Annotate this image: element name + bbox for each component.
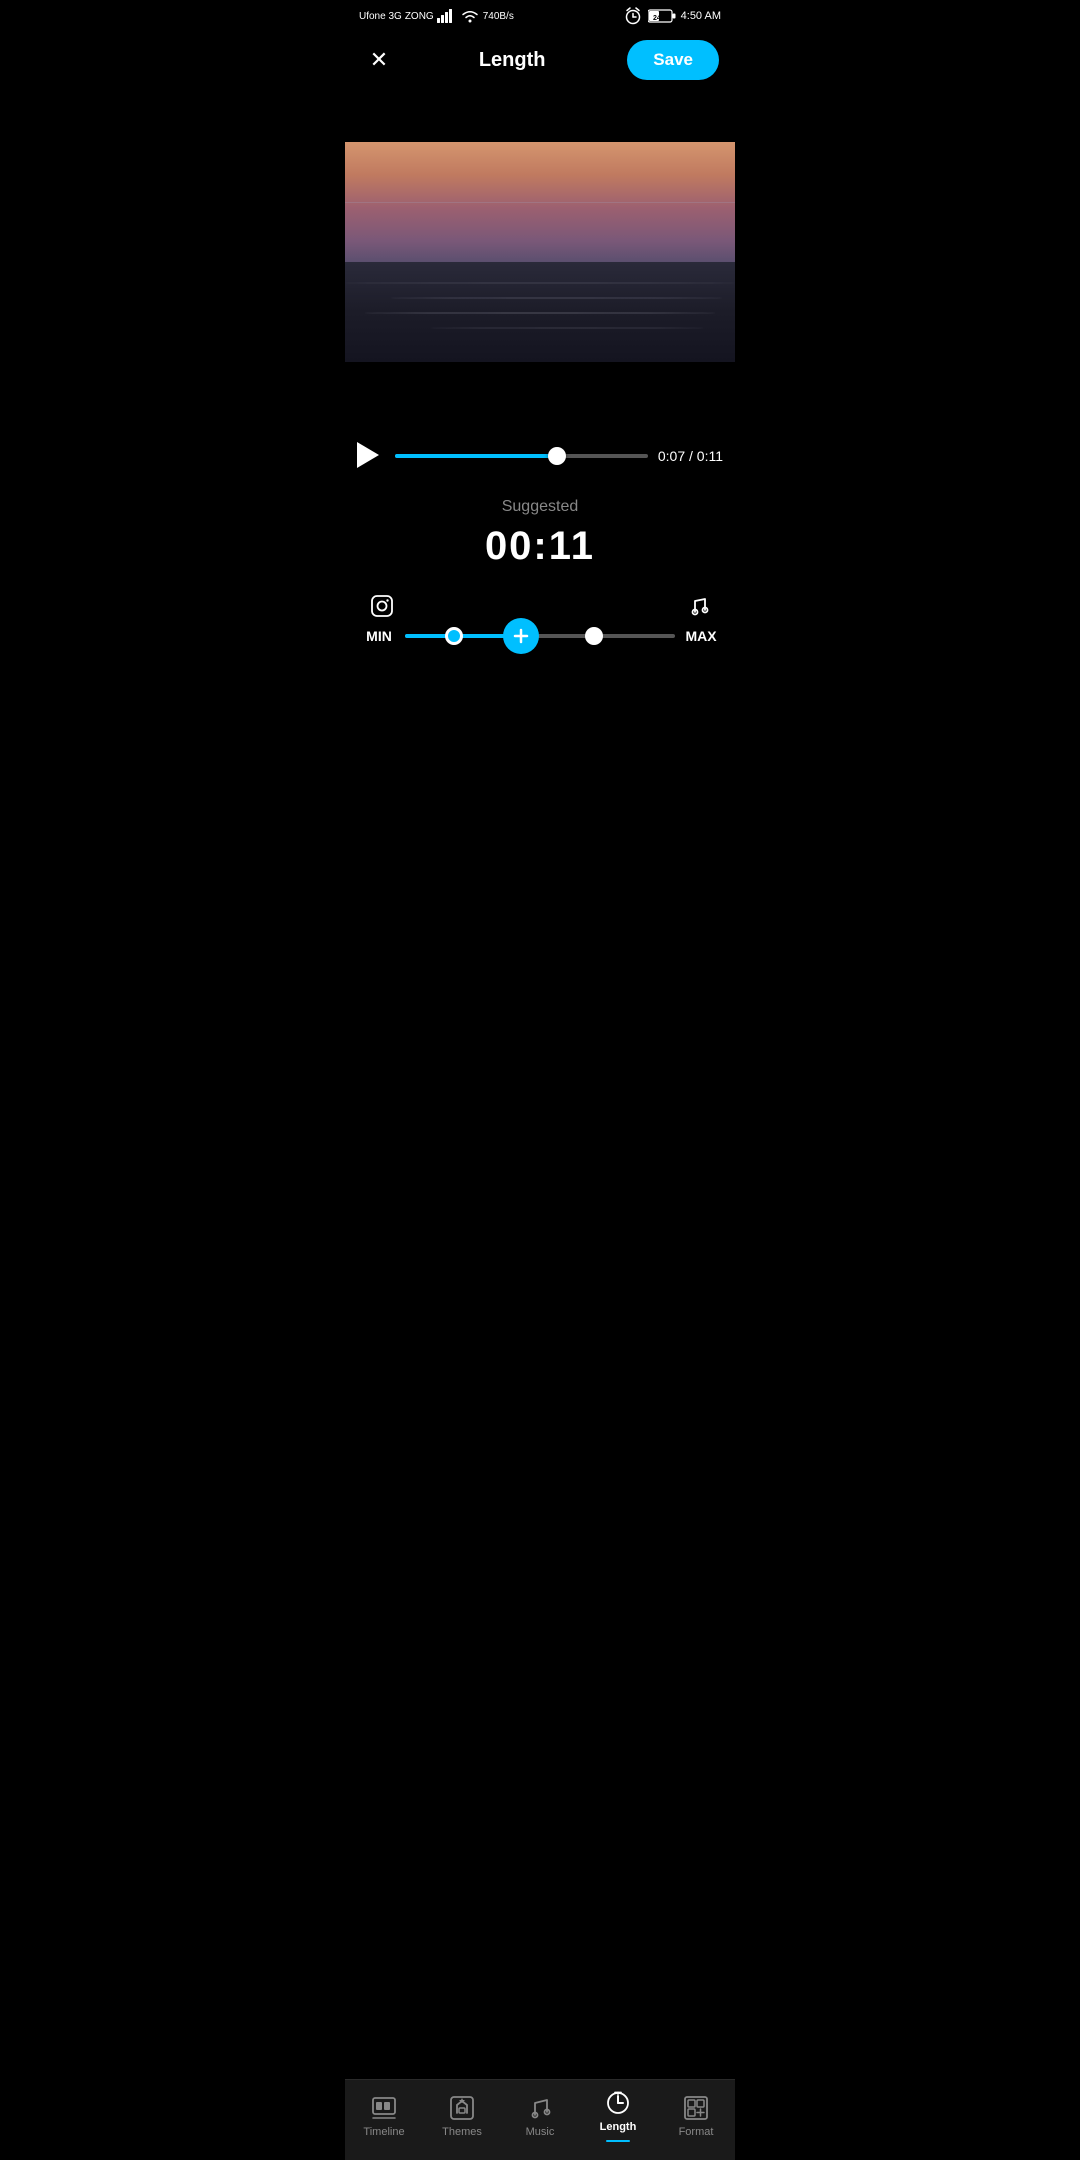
wifi-icon (460, 6, 480, 26)
space-below (345, 362, 735, 442)
nav-item-timeline[interactable]: Timeline (345, 2095, 423, 2138)
play-button[interactable] (357, 442, 385, 470)
progress-track[interactable] (395, 454, 648, 458)
progress-thumb[interactable] (548, 447, 566, 465)
save-button[interactable]: Save (627, 40, 719, 80)
length-active-bar (606, 2140, 630, 2142)
instagram-icon (371, 595, 393, 622)
thumb-center[interactable] (503, 618, 539, 654)
music-note-icon (689, 595, 709, 622)
nav-label-music: Music (526, 2126, 555, 2138)
status-bar: Ufone 3G ZONG 740B/s (345, 0, 735, 30)
thumb-right[interactable] (585, 627, 603, 645)
play-triangle-icon (357, 442, 379, 468)
svg-text:24: 24 (653, 15, 661, 22)
suggested-section: Suggested 00:11 (345, 478, 735, 585)
water-body (345, 262, 735, 362)
suggested-time: 00:11 (345, 524, 735, 569)
battery-icon: 24 (648, 9, 676, 23)
wave-3 (365, 312, 716, 314)
wave-2 (391, 297, 723, 299)
nav-item-format[interactable]: Format (657, 2095, 735, 2138)
video-preview (345, 142, 735, 362)
nav-item-music[interactable]: Music (501, 2095, 579, 2138)
header: ✕ Length Save (345, 30, 735, 92)
time-text: 4:50 AM (681, 10, 721, 22)
status-right: 24 4:50 AM (623, 6, 721, 26)
slider-icons-row (361, 595, 719, 622)
nav-item-length[interactable]: Length (579, 2090, 657, 2142)
length-icon (605, 2090, 631, 2116)
progress-fill (395, 454, 557, 458)
alarm-icon (623, 6, 643, 26)
max-label: MAX (683, 628, 719, 644)
length-slider-section: MIN MAX (345, 585, 735, 664)
carrier2-text: ZONG (405, 11, 434, 22)
speed-text: 740B/s (483, 11, 514, 22)
close-button[interactable]: ✕ (361, 42, 397, 78)
music-icon (527, 2095, 553, 2121)
bottom-nav: Timeline Themes Music Length (345, 2079, 735, 2160)
playback-bar: 0:07 / 0:11 (345, 442, 735, 470)
timeline-icon (371, 2095, 397, 2121)
carrier-text: Ufone 3G (359, 11, 402, 22)
themes-icon (449, 2095, 475, 2121)
length-track[interactable] (405, 634, 675, 638)
wave-4 (431, 327, 704, 329)
thumb-left[interactable] (445, 627, 463, 645)
space-above (345, 92, 735, 142)
wave-1 (345, 282, 735, 284)
suggested-label: Suggested (345, 498, 735, 516)
format-icon (683, 2095, 709, 2121)
nav-label-timeline: Timeline (363, 2126, 404, 2138)
nav-item-themes[interactable]: Themes (423, 2095, 501, 2138)
horizon-line (345, 202, 735, 203)
min-label: MIN (361, 628, 397, 644)
nav-label-format: Format (679, 2126, 714, 2138)
nav-label-length: Length (600, 2121, 637, 2133)
length-slider-row: MIN MAX (361, 628, 719, 644)
page-title: Length (479, 49, 546, 72)
nav-label-themes: Themes (442, 2126, 482, 2138)
time-display: 0:07 / 0:11 (658, 448, 723, 464)
signal-icon (437, 6, 457, 26)
status-left: Ufone 3G ZONG 740B/s (359, 6, 514, 26)
